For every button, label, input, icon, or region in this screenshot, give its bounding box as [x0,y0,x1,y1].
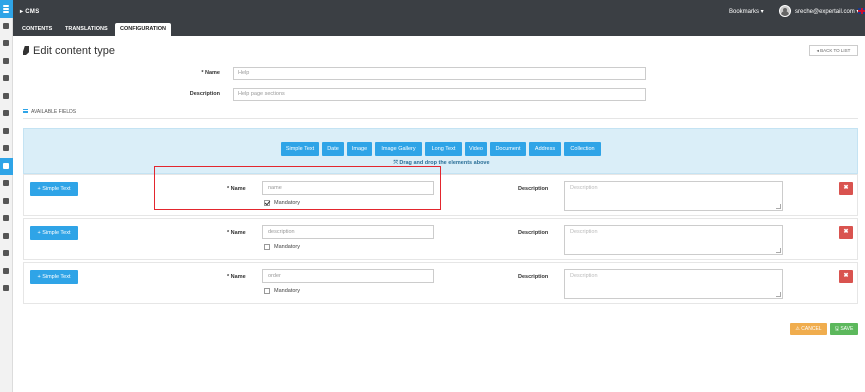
palette-image[interactable]: Image [347,142,372,156]
dashboard-icon[interactable] [0,35,13,53]
field-name-label: * Name [227,230,246,236]
field-name-label: * Name [227,274,246,280]
user-menu[interactable]: sreche@expertail.com ▾ [795,8,859,15]
page-title-text: Edit content type [33,45,115,57]
delete-field-button[interactable]: ✖ [839,182,853,195]
app-root: ▸ CMS Bookmarks ▾ sreche@expertail.com ▾… [0,0,865,392]
field-description-textarea[interactable]: Description [564,225,783,255]
available-fields-heading: AVAILABLE FIELDS [23,109,76,115]
delete-field-button[interactable]: ✖ [839,270,853,283]
menu-icon[interactable] [0,0,13,18]
palette-address[interactable]: Address [529,142,561,156]
page-title: Edit content type [23,45,115,57]
mandatory-checkbox[interactable] [264,244,270,250]
mandatory-label: Mandatory [274,244,300,250]
pencil-icon [23,46,29,55]
palette-collection[interactable]: Collection [564,142,601,156]
tab-bar: CONTENTS TRANSLATIONS CONFIGURATION [13,22,865,36]
name-input[interactable]: Help [233,67,646,80]
left-sidebar [0,0,13,392]
tab-contents[interactable]: CONTENTS [17,23,57,36]
simple-text-button[interactable]: + Simple Text [30,182,78,196]
chart-icon[interactable] [0,123,13,141]
palette-date[interactable]: Date [322,142,344,156]
edit-icon[interactable] [0,157,13,175]
tab-translations[interactable]: TRANSLATIONS [60,23,113,36]
flag-icon[interactable] [0,53,13,71]
save-button[interactable]: 🖫 SAVE [830,323,858,335]
highlight-box [154,166,441,210]
back-to-list-button[interactable]: ◂ BACK TO LIST [809,45,858,56]
tab-configuration[interactable]: CONFIGURATION [115,23,172,36]
palette-document[interactable]: Document [490,142,526,156]
simple-text-button[interactable]: + Simple Text [30,270,78,284]
field-card: + Simple Text * Name order Mandatory Des… [23,262,858,304]
person-icon[interactable] [0,280,13,298]
monitor-icon[interactable] [0,210,13,228]
available-fields-label: AVAILABLE FIELDS [31,109,77,115]
users-icon[interactable] [0,263,13,281]
field-description-textarea[interactable]: Description [564,181,783,211]
mandatory-label: Mandatory [274,288,300,294]
list-icon [23,109,28,113]
mandatory-checkbox[interactable] [264,288,270,294]
user-icon[interactable] [0,88,13,106]
palette-long-text[interactable]: Long Text [425,142,462,156]
top-navbar: ▸ CMS Bookmarks ▾ sreche@expertail.com ▾ [13,0,865,22]
palette-simple-text[interactable]: Simple Text [281,142,319,156]
avatar[interactable] [779,5,791,17]
field-description-label: Description [518,186,549,192]
name-label: * Name [201,70,220,76]
cloud-upload-icon[interactable] [0,193,13,211]
shuffle-icon[interactable] [0,245,13,263]
cloud-icon[interactable] [0,18,13,36]
palette-image-gallery[interactable]: Image Gallery [375,142,422,156]
drag-drop-hint: ⤧ Drag and drop the elements above [393,160,490,166]
description-label: Description [189,91,220,97]
app-title[interactable]: ▸ CMS [20,8,40,15]
divider [23,118,858,119]
field-description-label: Description [518,274,549,280]
simple-text-button[interactable]: + Simple Text [30,226,78,240]
uk-flag-icon[interactable] [858,8,865,14]
gear-icon[interactable] [0,228,13,246]
cancel-button[interactable]: ⚠ CANCEL [790,323,827,335]
list-icon[interactable] [0,70,13,88]
upload-icon[interactable] [0,175,13,193]
description-input[interactable]: Help page sections [233,88,646,101]
field-card: + Simple Text * Name description Mandato… [23,218,858,260]
field-description-textarea[interactable]: Description [564,269,783,299]
field-name-input[interactable]: order [262,269,434,283]
field-description-label: Description [518,230,549,236]
tree-icon[interactable] [0,140,13,158]
delete-field-button[interactable]: ✖ [839,226,853,239]
palette-video[interactable]: Video [465,142,487,156]
globe-icon[interactable] [0,105,13,123]
field-name-input[interactable]: description [262,225,434,239]
bookmarks-menu[interactable]: Bookmarks ▾ [729,8,764,15]
